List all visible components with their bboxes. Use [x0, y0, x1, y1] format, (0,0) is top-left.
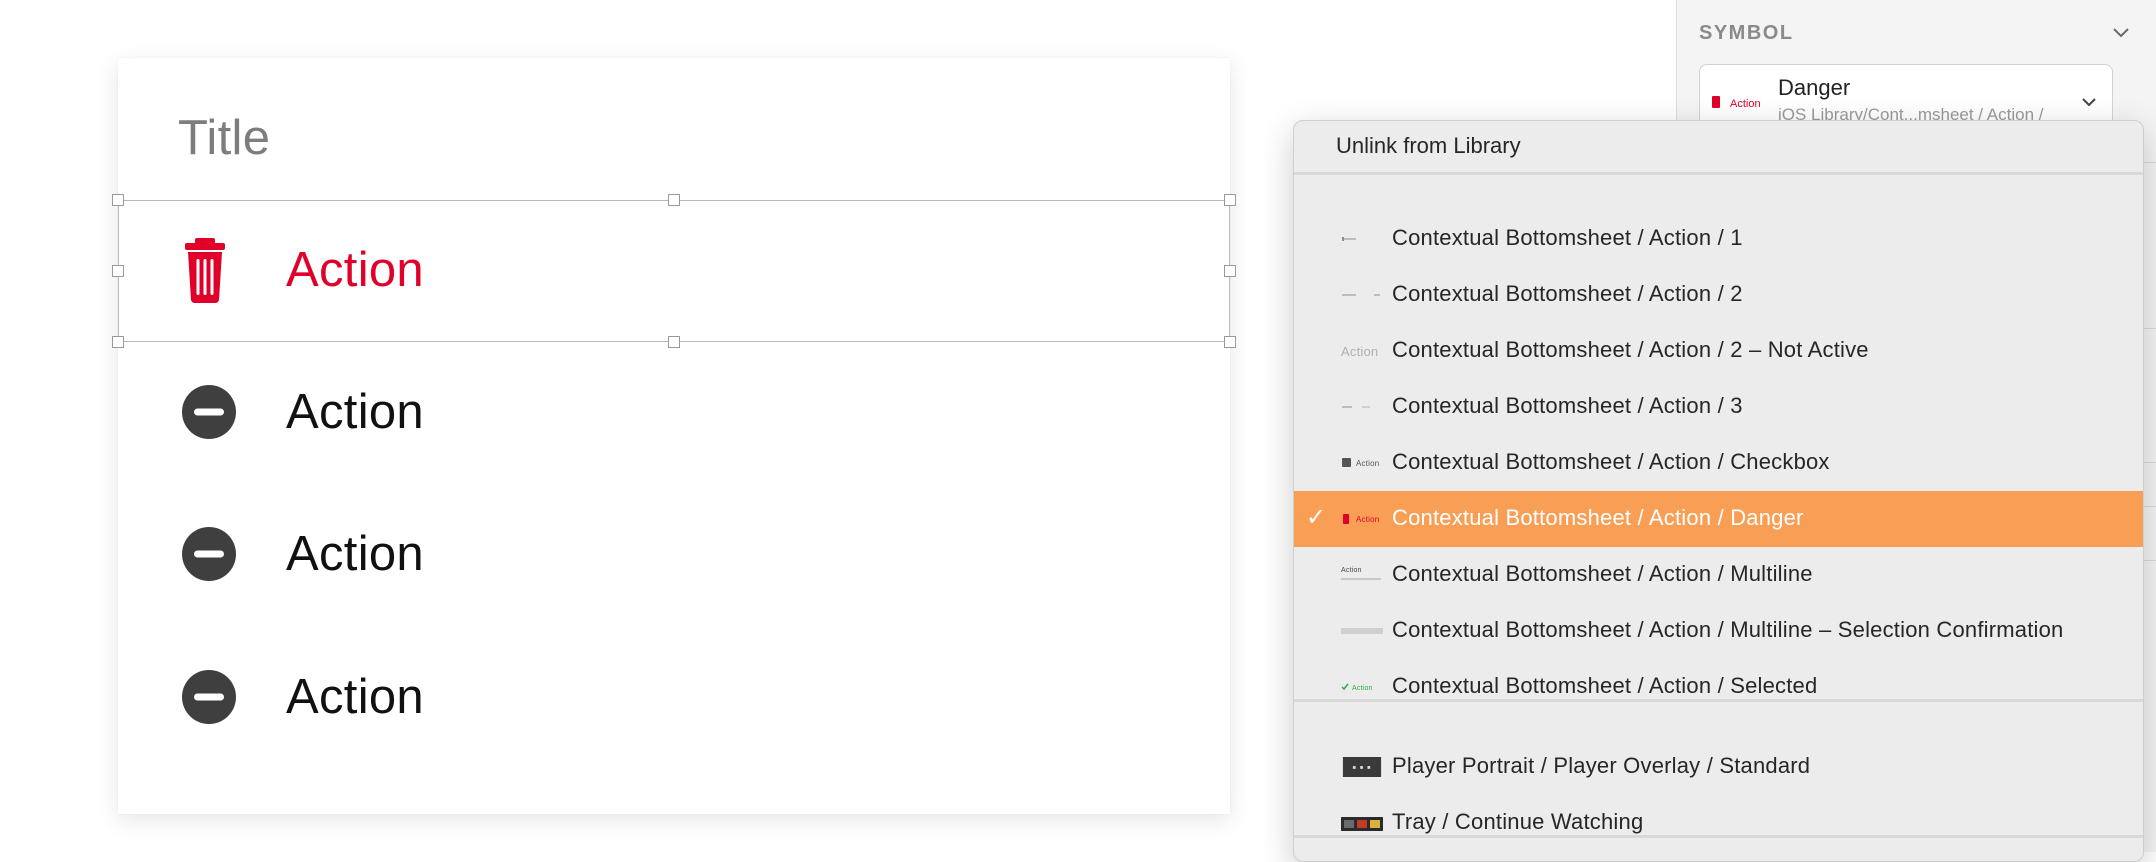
resize-handle-top[interactable] [668, 194, 680, 206]
checkmark-icon: ✓ [1306, 504, 1327, 531]
resize-handle-bottom[interactable] [668, 336, 680, 348]
menu-separator [1294, 172, 2143, 175]
symbol-thumbnail [1341, 817, 1383, 831]
trash-icon [185, 238, 225, 303]
svg-text:Action: Action [1352, 685, 1373, 692]
action-row-danger[interactable]: Action [118, 200, 1230, 342]
symbol-section-title: SYMBOL [1699, 22, 1794, 44]
menu-item-label: Contextual Bottomsheet / Action / 2 [1392, 281, 1743, 306]
symbol-thumbnail [1342, 237, 1356, 241]
svg-text:Action: Action [1356, 459, 1379, 468]
resize-handle-right[interactable] [1224, 265, 1236, 277]
menu-item-tray-continue-watching[interactable]: Tray / Continue Watching [1294, 795, 2143, 851]
symbol-name: Danger [1778, 75, 1851, 100]
resize-handle-top-right[interactable] [1224, 194, 1236, 206]
svg-text:Action: Action [1341, 344, 1378, 359]
menu-item-label: Player Portrait / Player Overlay / Stand… [1392, 753, 1811, 778]
divider [2143, 560, 2156, 561]
menu-separator [1294, 835, 2143, 838]
menu-item-label: Contextual Bottomsheet / Action / Checkb… [1392, 449, 1830, 474]
symbol-thumbnail [1342, 294, 1380, 296]
resize-handle-bottom-left[interactable] [112, 336, 124, 348]
svg-text:Action: Action [1341, 567, 1362, 574]
action-row[interactable]: Action [118, 342, 1230, 484]
chevron-down-icon [2082, 98, 2096, 107]
symbol-thumbnail: Action [1341, 683, 1373, 692]
menu-item-action-2[interactable]: Contextual Bottomsheet / Action / 2 [1294, 267, 2143, 323]
chevron-down-icon[interactable] [2111, 22, 2131, 42]
symbol-thumbnail [1342, 757, 1382, 777]
menu-item-action-3[interactable]: Contextual Bottomsheet / Action / 3 [1294, 379, 2143, 435]
artboard-card: Title Action Action Action Action [112, 58, 1236, 814]
resize-handle-bottom-right[interactable] [1224, 336, 1236, 348]
symbol-thumbnail: Action [1343, 514, 1379, 524]
symbol-thumbnail: Action [1341, 567, 1381, 580]
menu-item-action-selected[interactable]: Action Contextual Bottomsheet / Action /… [1294, 659, 2143, 715]
svg-text:Action: Action [1356, 515, 1379, 524]
divider [2143, 462, 2156, 463]
divider [2143, 506, 2156, 507]
menu-item-unlink-from-library[interactable]: Unlink from Library [1336, 133, 1521, 159]
resize-handle-left[interactable] [112, 265, 124, 277]
menu-item-action-multiline[interactable]: Action Contextual Bottomsheet / Action /… [1294, 547, 2143, 603]
resize-handle-top-left[interactable] [112, 194, 124, 206]
menu-item-label: Contextual Bottomsheet / Action / Select… [1392, 673, 1818, 698]
symbol-thumbnail: Action [1341, 344, 1378, 359]
menu-item-label: Contextual Bottomsheet / Action / Multil… [1392, 561, 1813, 586]
minus-circle-icon [182, 527, 236, 581]
action-label: Action [286, 527, 424, 581]
menu-item-player-overlay-standard[interactable]: Player Portrait / Player Overlay / Stand… [1294, 739, 2143, 795]
menu-item-action-1[interactable]: Contextual Bottomsheet / Action / 1 [1294, 211, 2143, 267]
action-row[interactable]: Action [118, 484, 1230, 626]
action-label: Action [286, 385, 424, 439]
symbol-thumbnail: Action [1342, 458, 1379, 468]
minus-circle-icon [182, 670, 236, 724]
symbol-thumbnail: Action [1712, 96, 1761, 110]
action-label: Action [286, 670, 424, 724]
menu-item-action-2-not-active[interactable]: Action Contextual Bottomsheet / Action /… [1294, 323, 2143, 379]
menu-item-label: Contextual Bottomsheet / Action / Multil… [1392, 617, 2064, 642]
menu-item-action-danger[interactable]: ✓ Action Contextual Bottomsheet / Action… [1294, 491, 2143, 547]
minus-circle-icon [182, 385, 236, 439]
symbol-thumbnail [1342, 406, 1370, 408]
menu-item-label: Contextual Bottomsheet / Action / Danger [1392, 505, 1804, 530]
menu-item-action-multiline-selection-confirmation[interactable]: Contextual Bottomsheet / Action / Multil… [1294, 603, 2143, 659]
menu-item-label: Contextual Bottomsheet / Action / 1 [1392, 225, 1743, 250]
svg-text:Action: Action [1730, 98, 1761, 110]
sheet-title: Title [178, 111, 271, 165]
menu-separator [1294, 699, 2143, 702]
action-label: Action [286, 243, 424, 297]
menu-item-action-checkbox[interactable]: Action Contextual Bottomsheet / Action /… [1294, 435, 2143, 491]
symbol-thumbnail [1341, 628, 1383, 634]
divider [2143, 162, 2156, 163]
divider [2143, 328, 2156, 329]
menu-item-label: Tray / Continue Watching [1392, 809, 1644, 834]
symbol-swap-menu: Unlink from Library Contextual Bottomshe… [1293, 120, 2144, 862]
menu-item-label: Contextual Bottomsheet / Action / 2 – No… [1392, 337, 1869, 362]
menu-item-label: Contextual Bottomsheet / Action / 3 [1392, 393, 1743, 418]
action-row[interactable]: Action [118, 627, 1230, 769]
